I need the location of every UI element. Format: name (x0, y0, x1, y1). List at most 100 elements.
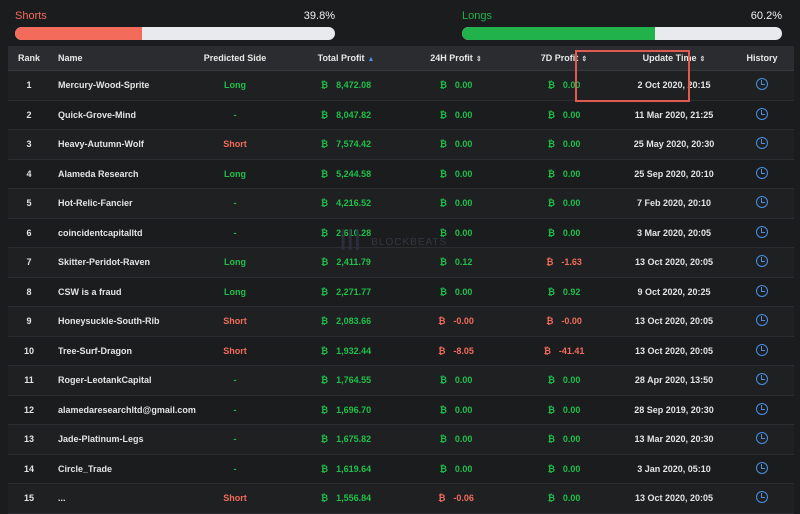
sort-icon[interactable]: ⇕ (476, 56, 482, 63)
table-row: 9 Honeysuckle-South-Rib Short ₿ 2,083.66 ₿ -0.… (8, 306, 794, 337)
bitcoin-icon: ₿ (320, 168, 329, 179)
history-clock-icon[interactable] (756, 107, 768, 120)
history-clock-icon[interactable] (756, 225, 768, 238)
bitcoin-icon: ₿ (320, 316, 329, 327)
update-time-cell: 13 Oct 2020, 20:05 (618, 247, 730, 278)
profit-7d-value: 0.00 (562, 434, 581, 445)
trader-name[interactable]: ... (50, 483, 180, 514)
profit-24h-cell: ₿ 0.00 (402, 100, 510, 130)
history-clock-icon[interactable] (756, 314, 768, 327)
history-clock-icon[interactable] (756, 137, 768, 150)
history-cell (730, 336, 794, 366)
bitcoin-icon: ₿ (547, 434, 555, 445)
rank-cell: 10 (8, 336, 50, 366)
bitcoin-icon: ₿ (320, 109, 329, 120)
history-cell (730, 100, 794, 130)
profit-7d-cell: ₿ 0.00 (510, 218, 618, 248)
trader-name[interactable]: Hot-Relic-Fancier (50, 188, 180, 219)
total-profit-cell: ₿ 1,675.82 (290, 424, 402, 455)
profit-7d-value: 0.00 (562, 139, 581, 150)
header-update-time[interactable]: Update Time ⇕ (618, 46, 730, 71)
profit-24h-value: 0.00 (454, 198, 473, 209)
profit-7d-cell: ₿ 0.00 (510, 159, 618, 189)
profit-7d-cell: ₿ 0.00 (510, 395, 618, 425)
history-cell (730, 365, 794, 396)
profit-24h-cell: ₿ -8.05 (402, 336, 510, 366)
profit-24h-value: 0.00 (454, 375, 473, 386)
update-time-cell: 7 Feb 2020, 20:10 (618, 188, 730, 219)
history-cell (730, 218, 794, 248)
watermark-text: BLOCKBEATS (371, 237, 448, 248)
trader-name[interactable]: Heavy-Autumn-Wolf (50, 129, 180, 160)
trader-name[interactable]: Roger-LeotankCapital (50, 365, 180, 396)
sort-icon[interactable]: ⇕ (581, 56, 587, 63)
trader-name[interactable]: Mercury-Wood-Sprite (50, 70, 180, 101)
history-clock-icon[interactable] (756, 284, 768, 297)
profit-24h-value: 0.00 (454, 168, 473, 179)
update-time-cell: 13 Oct 2020, 20:05 (618, 306, 730, 337)
profit-7d-cell: ₿ 0.92 (510, 277, 618, 307)
history-cell (730, 454, 794, 484)
profit-7d-cell: ₿ 0.00 (510, 365, 618, 396)
history-clock-icon[interactable] (756, 255, 768, 268)
history-cell (730, 277, 794, 307)
history-clock-icon[interactable] (756, 196, 768, 209)
profit-7d-value: -1.63 (561, 257, 582, 268)
history-cell (730, 395, 794, 425)
profit-24h-cell: ₿ 0.00 (402, 159, 510, 189)
history-cell (730, 424, 794, 455)
trader-name[interactable]: CSW is a fraud (50, 277, 180, 307)
trader-name[interactable]: Jade-Platinum-Legs (50, 424, 180, 455)
update-time-cell: 25 Sep 2020, 20:10 (618, 159, 730, 189)
trader-name[interactable]: coincidentcapitalltd (50, 218, 180, 248)
trader-name[interactable]: Quick-Grove-Mind (50, 100, 180, 130)
profit-7d-cell: ₿ 0.00 (510, 483, 618, 514)
update-time-cell: 2 Oct 2020, 20:15 (618, 70, 730, 101)
history-clock-icon[interactable] (756, 491, 768, 504)
bitcoin-icon: ₿ (320, 434, 329, 445)
bitcoin-icon: ₿ (321, 257, 329, 268)
sort-asc-icon[interactable]: ▲ (367, 56, 374, 63)
history-clock-icon[interactable] (756, 166, 768, 179)
header-7d-profit[interactable]: 7D Profit ⇕ (510, 46, 618, 71)
profit-24h-value: 0.00 (454, 463, 473, 474)
profit-7d-cell: ₿ 0.00 (510, 70, 618, 101)
total-profit-value: 4,216.52 (336, 198, 372, 209)
history-clock-icon[interactable] (756, 373, 768, 386)
trader-name[interactable]: Honeysuckle-South-Rib (50, 306, 180, 337)
trader-name[interactable]: Alameda Research (50, 159, 180, 189)
trader-name[interactable]: Circle_Trade (50, 454, 180, 484)
profit-24h-cell: ₿ 0.00 (402, 454, 510, 484)
trader-name[interactable]: alamedaresearchltd@gmail.com (50, 395, 196, 425)
history-clock-icon[interactable] (756, 402, 768, 415)
update-time-cell: 9 Oct 2020, 20:25 (618, 277, 730, 307)
trader-name[interactable]: Skitter-Peridot-Raven (50, 247, 180, 278)
total-profit-value: 8,472.08 (336, 80, 372, 91)
rank-cell: 8 (8, 277, 50, 307)
total-profit-cell: ₿ 2,411.79 (290, 247, 402, 278)
total-profit-value: 2,271.77 (336, 286, 372, 297)
trader-name[interactable]: Tree-Surf-Dragon (50, 336, 180, 366)
header-24h-profit[interactable]: 24H Profit ⇕ (402, 46, 510, 71)
total-profit-value: 5,244.58 (336, 168, 372, 179)
header-total-profit[interactable]: Total Profit ▲ (290, 46, 402, 71)
total-profit-cell: ₿ 5,244.58 (290, 159, 402, 189)
profit-7d-value: 0.00 (562, 404, 581, 415)
bitcoin-icon: ₿ (320, 80, 329, 91)
sort-icon[interactable]: ⇕ (699, 56, 705, 63)
history-clock-icon[interactable] (756, 432, 768, 445)
history-clock-icon[interactable] (756, 343, 768, 356)
table-row: 1 Mercury-Wood-Sprite Long ₿ 8,472.08 ₿ 0.00 ₿ 0… (8, 70, 794, 101)
profit-24h-cell: ₿ -0.06 (402, 483, 510, 514)
rank-cell: 7 (8, 247, 50, 278)
profit-7d-value: 0.00 (562, 198, 581, 209)
profit-7d-value: 0.00 (562, 227, 581, 238)
table-body: 1 Mercury-Wood-Sprite Long ₿ 8,472.08 ₿ 0.00 ₿ 0… (8, 70, 794, 514)
history-clock-icon[interactable] (756, 78, 768, 91)
profit-24h-cell: ₿ 0.00 (402, 395, 510, 425)
profit-7d-value: -41.41 (558, 345, 585, 356)
history-clock-icon[interactable] (756, 461, 768, 474)
profit-24h-value: -8.05 (453, 345, 474, 356)
rank-cell: 11 (8, 365, 50, 396)
bitcoin-icon: ₿ (439, 404, 447, 415)
